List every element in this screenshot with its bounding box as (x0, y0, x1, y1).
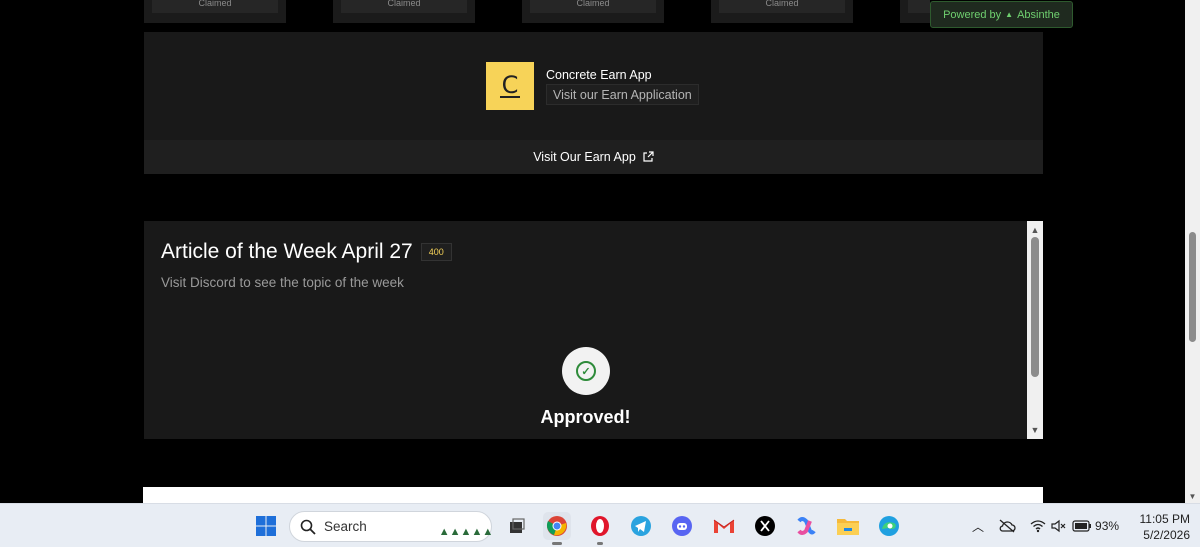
gmail-icon[interactable] (710, 512, 738, 540)
earn-app-description: Visit our Earn Application (546, 84, 699, 105)
system-clock[interactable]: 11:05 PM 5/2/2026 (1128, 511, 1190, 543)
article-title: Article of the Week April 27 (161, 240, 413, 263)
earn-app-card: C Concrete Earn App Visit our Earn Appli… (144, 32, 1043, 174)
battery-icon[interactable] (1072, 520, 1092, 532)
approved-status-circle: ✓ (562, 347, 610, 395)
claim-card: Claimed (144, 0, 286, 23)
chrome-active-indicator (552, 542, 562, 545)
claim-card: Claimed (711, 0, 853, 23)
claim-card: Claimed (333, 0, 475, 23)
file-explorer-icon[interactable] (834, 512, 862, 540)
claimed-label[interactable]: Claimed (341, 0, 467, 13)
concrete-logo: C (486, 62, 534, 110)
search-icon (300, 519, 316, 535)
powered-by-brand: Absinthe (1017, 8, 1060, 21)
claim-card: Claimed (522, 0, 664, 23)
scroll-down-arrow-icon[interactable]: ▼ (1027, 423, 1043, 437)
card-scrollbar[interactable]: ▲ ▼ (1027, 221, 1043, 439)
claim-card (900, 0, 930, 23)
chrome-icon[interactable] (543, 512, 571, 540)
volume-muted-icon[interactable] (1050, 519, 1066, 533)
scroll-up-arrow-icon[interactable]: ▲ (1027, 223, 1043, 237)
forest-highlight-icon: ▲▲▲▲▲ (438, 526, 494, 538)
windows-taskbar: Search ▲▲▲▲▲ ︿ 93% 11:05 PM 5/2/2026 (0, 503, 1200, 547)
telegram-icon[interactable] (627, 512, 655, 540)
clock-time: 11:05 PM (1139, 512, 1190, 526)
discord-icon[interactable] (668, 512, 696, 540)
article-subtitle: Visit Discord to see the topic of the we… (161, 275, 404, 290)
claimed-label[interactable]: Claimed (530, 0, 656, 13)
earn-app-name: Concrete Earn App (546, 68, 652, 82)
article-quest-card: Article of the Week April 27 400 Visit D… (144, 221, 1043, 439)
powered-by-prefix: Powered by (943, 8, 1002, 21)
system-tray: ︿ 93% (972, 504, 1119, 547)
card-scrollbar-thumb[interactable] (1031, 237, 1039, 377)
visit-earn-app-label: Visit Our Earn App (533, 150, 636, 164)
clock-date: 5/2/2026 (1143, 528, 1190, 542)
opera-active-indicator (597, 542, 603, 545)
powered-by-badge[interactable]: Powered by ▲ Absinthe (930, 1, 1073, 28)
external-link-icon (643, 151, 654, 162)
cloud-off-icon[interactable] (998, 519, 1016, 533)
points-badge: 400 (420, 243, 452, 261)
next-card (143, 487, 1043, 503)
claimed-label[interactable]: Claimed (152, 0, 278, 13)
approved-status-text: Approved! (540, 407, 631, 427)
x-icon[interactable] (751, 512, 779, 540)
claimed-label[interactable]: Claimed (719, 0, 845, 13)
search-placeholder: Search (324, 519, 367, 534)
page-scroll-down-arrow-icon[interactable]: ▼ (1185, 492, 1200, 501)
absinthe-logo-icon: ▲ (1005, 10, 1014, 19)
opera-icon[interactable] (586, 512, 614, 540)
edge-icon[interactable] (875, 512, 903, 540)
taskbar-search-input[interactable]: Search ▲▲▲▲▲ (289, 511, 494, 542)
browser-page: Claimed Claimed Claimed Claimed Powered … (0, 0, 1200, 547)
show-hidden-icons-chevron-icon[interactable]: ︿ (972, 518, 984, 535)
copilot-icon[interactable] (792, 512, 820, 540)
claimed-label[interactable] (908, 0, 930, 13)
battery-percentage: 93% (1095, 519, 1120, 533)
page-scrollbar[interactable]: ▼ (1185, 0, 1200, 503)
article-title-row: Article of the Week April 27 400 (161, 240, 452, 264)
start-icon[interactable] (252, 512, 280, 540)
wifi-icon[interactable] (1030, 519, 1046, 533)
check-icon: ✓ (576, 361, 596, 381)
task-view-icon[interactable] (503, 512, 531, 540)
visit-earn-app-link[interactable]: Visit Our Earn App (144, 140, 1043, 174)
concrete-logo-letter: C (499, 71, 521, 99)
page-scrollbar-thumb[interactable] (1189, 232, 1196, 342)
